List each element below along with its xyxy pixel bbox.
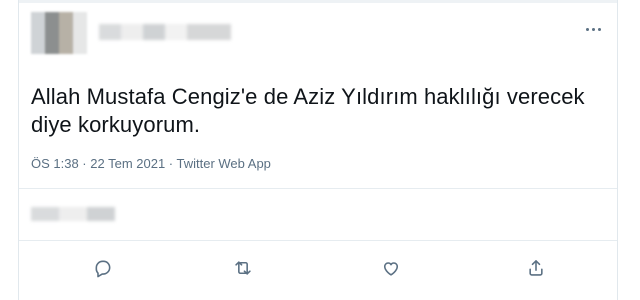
more-icon: [591, 27, 595, 31]
more-button[interactable]: [581, 20, 605, 38]
tweet-meta: ÖS 1:38 · 22 Tem 2021 · Twitter Web App: [31, 156, 271, 171]
retweet-button[interactable]: [231, 256, 255, 280]
tweet-actions: [19, 256, 617, 280]
like-button[interactable]: [379, 256, 403, 280]
top-border: [19, 0, 617, 3]
user-name-blurred[interactable]: [99, 24, 231, 40]
divider: [19, 188, 617, 189]
more-icon: [585, 27, 589, 31]
divider: [19, 240, 617, 241]
tweet-text: Allah Mustafa Cengiz'e de Aziz Yıldırım …: [31, 84, 585, 137]
reply-button[interactable]: [91, 256, 115, 280]
tweet-card: Allah Mustafa Cengiz'e de Aziz Yıldırım …: [18, 0, 618, 300]
share-icon: [529, 260, 543, 276]
like-icon: [383, 262, 399, 276]
reply-icon: [95, 260, 111, 278]
retweet-icon: [235, 261, 251, 275]
tweet-stats-blurred[interactable]: [31, 207, 115, 221]
share-button[interactable]: [524, 256, 548, 280]
avatar[interactable]: [31, 12, 87, 54]
more-icon: [597, 27, 601, 31]
